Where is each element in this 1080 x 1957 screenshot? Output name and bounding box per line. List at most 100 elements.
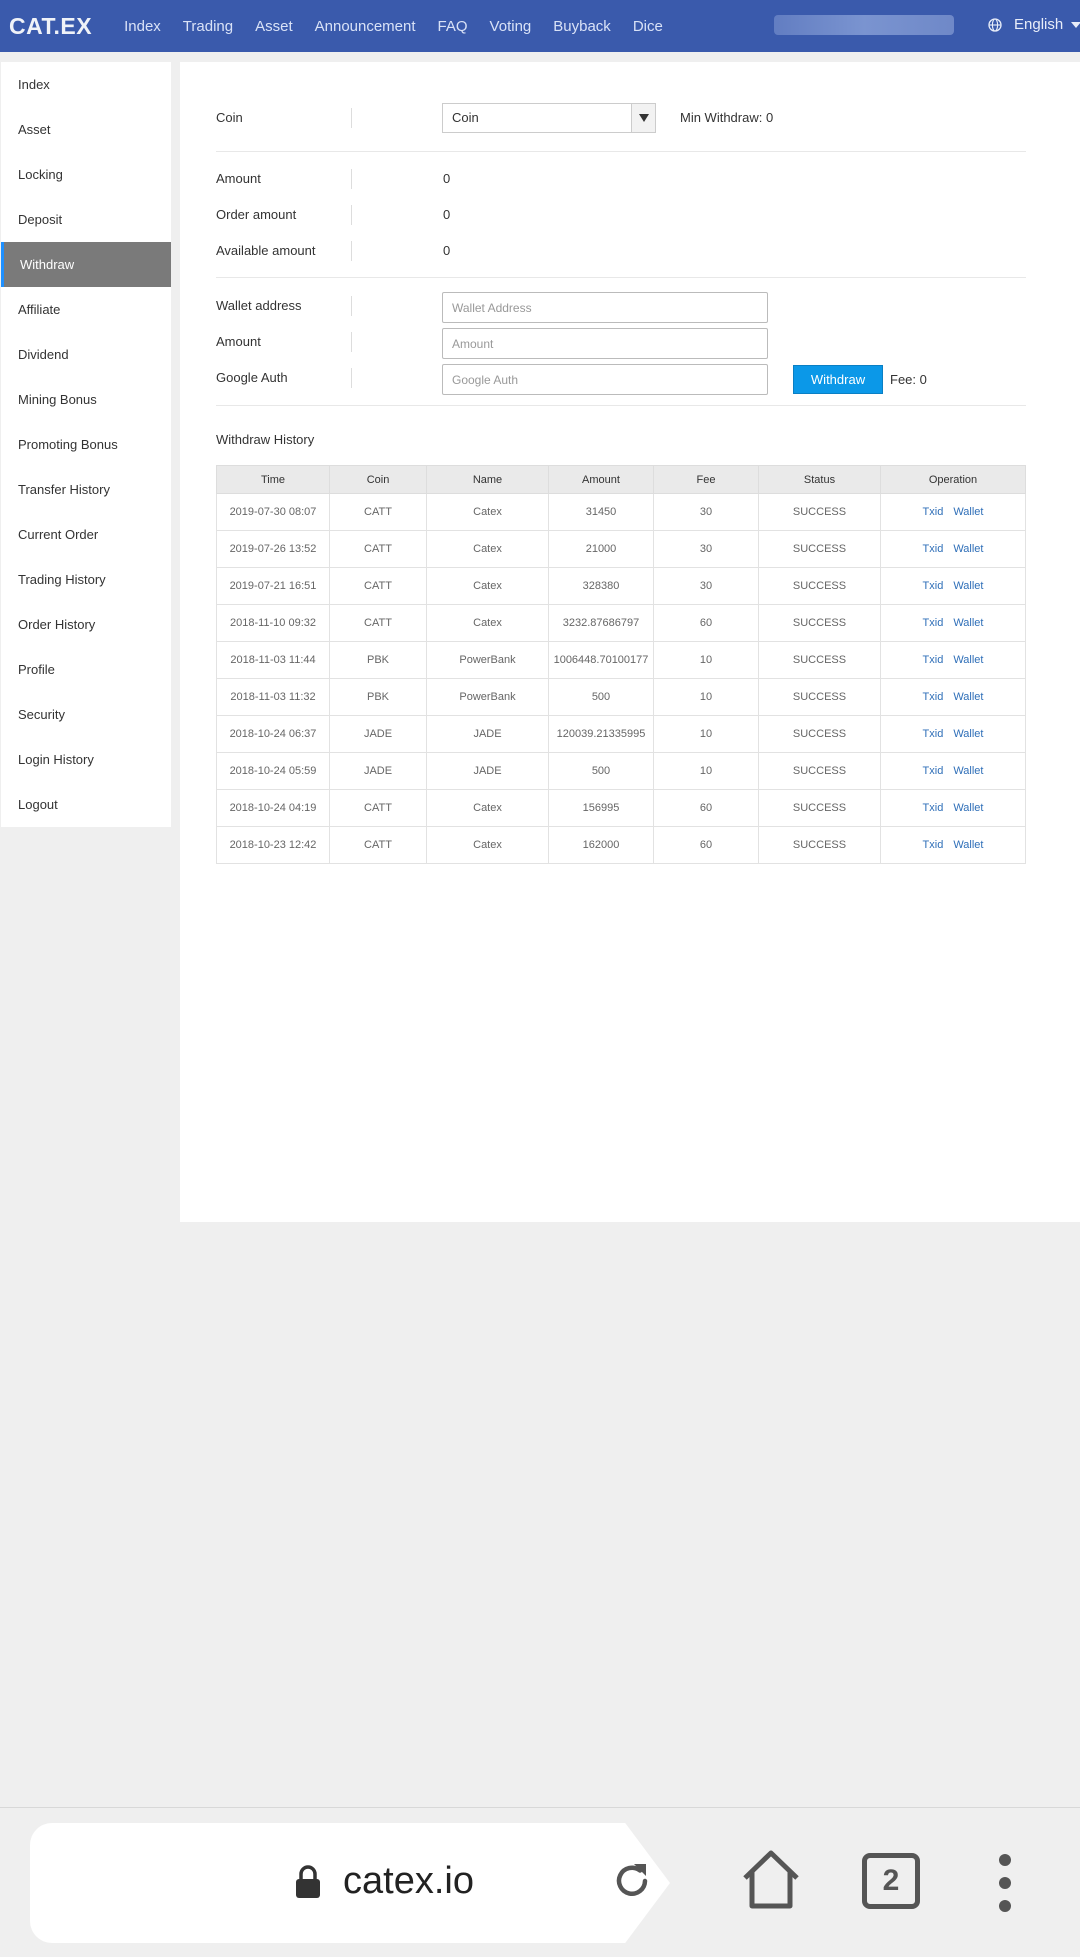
cell-fee: 10 — [653, 641, 759, 679]
wallet-address-input[interactable] — [442, 292, 768, 323]
tab-switcher-button[interactable]: 2 — [862, 1853, 920, 1909]
withdraw-button[interactable]: Withdraw — [793, 365, 883, 394]
cell-operation: Txid Wallet — [880, 567, 1026, 605]
amount-input-label: Amount — [216, 334, 261, 349]
txid-link[interactable]: Txid — [923, 728, 944, 740]
sidebar-item-promoting-bonus[interactable]: Promoting Bonus — [1, 422, 171, 467]
home-icon[interactable] — [740, 1848, 802, 1910]
wallet-link[interactable]: Wallet — [953, 506, 983, 518]
wallet-link[interactable]: Wallet — [953, 654, 983, 666]
cell-name: Catex — [426, 789, 549, 827]
sidebar-item-dividend[interactable]: Dividend — [1, 332, 171, 377]
txid-link[interactable]: Txid — [923, 543, 944, 555]
cell-coin: PBK — [329, 678, 427, 716]
txid-link[interactable]: Txid — [923, 654, 944, 666]
cell-time: 2018-10-24 05:59 — [216, 752, 330, 790]
min-withdraw: Min Withdraw: 0 — [680, 110, 774, 125]
nav-buyback[interactable]: Buyback — [553, 18, 611, 35]
cell-name: Catex — [426, 530, 549, 568]
cell-fee: 60 — [653, 826, 759, 864]
txid-link[interactable]: Txid — [923, 691, 944, 703]
cell-amount: 1006448.70100177 — [548, 641, 654, 679]
nav-voting[interactable]: Voting — [490, 18, 532, 35]
cell-operation: Txid Wallet — [880, 604, 1026, 642]
wallet-link[interactable]: Wallet — [953, 728, 983, 740]
cell-operation: Txid Wallet — [880, 530, 1026, 568]
more-menu-icon[interactable] — [998, 1853, 1012, 1913]
cell-time: 2019-07-30 08:07 — [216, 493, 330, 531]
wallet-link[interactable]: Wallet — [953, 691, 983, 703]
sidebar-item-locking[interactable]: Locking — [1, 152, 171, 197]
cell-operation: Txid Wallet — [880, 493, 1026, 531]
sidebar-item-login-history[interactable]: Login History — [1, 737, 171, 782]
col-coin: Coin — [329, 465, 427, 494]
cell-operation: Txid Wallet — [880, 641, 1026, 679]
sidebar-item-security[interactable]: Security — [1, 692, 171, 737]
sidebar-item-index[interactable]: Index — [1, 62, 171, 107]
sidebar-item-deposit[interactable]: Deposit — [1, 197, 171, 242]
table-row: 2018-10-24 06:37 JADE JADE 120039.213359… — [216, 715, 1026, 753]
coin-select[interactable]: Coin — [442, 103, 656, 133]
sidebar-item-mining-bonus[interactable]: Mining Bonus — [1, 377, 171, 422]
cell-coin: JADE — [329, 715, 427, 753]
cell-amount: 21000 — [548, 530, 654, 568]
cell-coin: JADE — [329, 752, 427, 790]
col-time: Time — [216, 465, 330, 494]
txid-link[interactable]: Txid — [923, 802, 944, 814]
sidebar-item-order-history[interactable]: Order History — [1, 602, 171, 647]
logo[interactable]: CAT.EX — [9, 13, 92, 40]
nav-index[interactable]: Index — [124, 18, 161, 35]
url-bar[interactable]: catex.io — [30, 1823, 670, 1943]
wallet-link[interactable]: Wallet — [953, 580, 983, 592]
nav-asset[interactable]: Asset — [255, 18, 293, 35]
amount-input[interactable] — [442, 328, 768, 359]
wallet-link[interactable]: Wallet — [953, 802, 983, 814]
blurred-account-field[interactable] — [774, 15, 954, 35]
cell-amount: 31450 — [548, 493, 654, 531]
txid-link[interactable]: Txid — [923, 765, 944, 777]
divider — [216, 277, 1026, 278]
cell-amount: 156995 — [548, 789, 654, 827]
sidebar-item-profile[interactable]: Profile — [1, 647, 171, 692]
txid-link[interactable]: Txid — [923, 506, 944, 518]
wallet-link[interactable]: Wallet — [953, 839, 983, 851]
wallet-link[interactable]: Wallet — [953, 543, 983, 555]
reload-icon[interactable] — [610, 1858, 654, 1902]
fee-text: Fee: 0 — [890, 372, 927, 387]
divider — [351, 169, 352, 189]
sidebar-item-trading-history[interactable]: Trading History — [1, 557, 171, 602]
sidebar-item-asset[interactable]: Asset — [1, 107, 171, 152]
nav-announcement[interactable]: Announcement — [315, 18, 416, 35]
txid-link[interactable]: Txid — [923, 839, 944, 851]
sidebar-item-transfer-history[interactable]: Transfer History — [1, 467, 171, 512]
col-fee: Fee — [653, 465, 759, 494]
table-row: 2018-10-24 04:19 CATT Catex 156995 60 SU… — [216, 789, 1026, 827]
cell-coin: CATT — [329, 530, 427, 568]
cell-fee: 10 — [653, 678, 759, 716]
txid-link[interactable]: Txid — [923, 617, 944, 629]
nav-trading[interactable]: Trading — [183, 18, 233, 35]
cell-operation: Txid Wallet — [880, 715, 1026, 753]
cell-time: 2018-10-23 12:42 — [216, 826, 330, 864]
lock-icon — [296, 1865, 320, 1898]
table-row: 2018-10-23 12:42 CATT Catex 162000 60 SU… — [216, 826, 1026, 864]
wallet-link[interactable]: Wallet — [953, 765, 983, 777]
nav-faq[interactable]: FAQ — [438, 18, 468, 35]
google-auth-input[interactable] — [442, 364, 768, 395]
cell-time: 2018-11-03 11:44 — [216, 641, 330, 679]
divider — [351, 241, 352, 261]
dropdown-arrow-icon[interactable] — [631, 104, 655, 132]
txid-link[interactable]: Txid — [923, 580, 944, 592]
nav-dice[interactable]: Dice — [633, 18, 663, 35]
sidebar-item-affiliate[interactable]: Affiliate — [1, 287, 171, 332]
sidebar-item-logout[interactable]: Logout — [1, 782, 171, 827]
sidebar-item-current-order[interactable]: Current Order — [1, 512, 171, 557]
sidebar-item-withdraw[interactable]: Withdraw — [1, 242, 171, 287]
withdraw-history-table: Time Coin Name Amount Fee Status Operati… — [216, 465, 1026, 864]
divider — [351, 296, 352, 316]
table-row: 2019-07-26 13:52 CATT Catex 21000 30 SUC… — [216, 530, 1026, 568]
cell-fee: 60 — [653, 604, 759, 642]
cell-status: SUCCESS — [758, 826, 881, 864]
language-selector[interactable]: English — [988, 16, 1080, 33]
wallet-link[interactable]: Wallet — [953, 617, 983, 629]
